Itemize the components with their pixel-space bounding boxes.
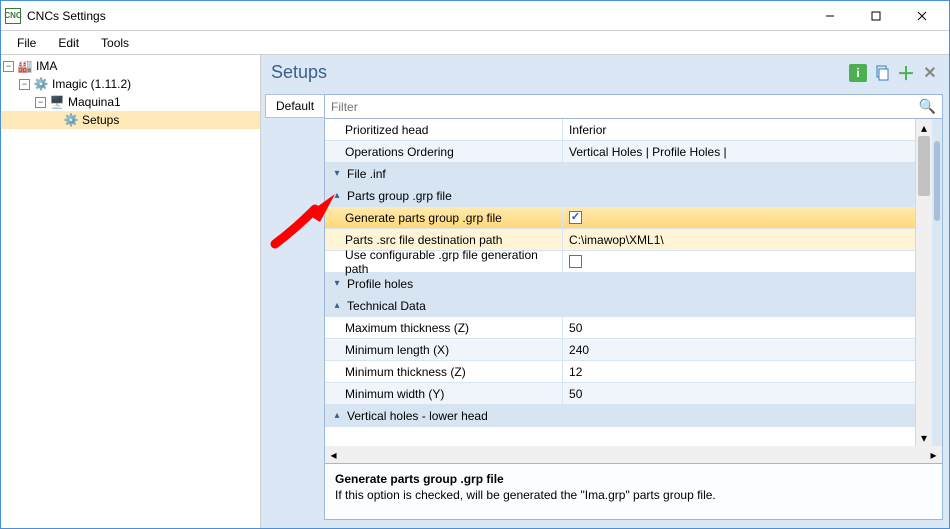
cell-label: Prioritized head — [325, 119, 563, 140]
content-area: Default 🔍 Prioritized head Inferior — [261, 90, 949, 528]
scroll-track[interactable] — [342, 446, 925, 463]
menu-tools[interactable]: Tools — [91, 33, 139, 53]
title-bar: CNC CNCs Settings — [1, 1, 949, 31]
collapse-icon[interactable]: − — [19, 79, 30, 90]
scroll-track[interactable] — [916, 136, 932, 429]
info-button[interactable]: i — [849, 64, 867, 82]
row-use-config-path[interactable]: Use configurable .grp file generation pa… — [325, 251, 915, 273]
section-vertical-lower[interactable]: ▴ Vertical holes - lower head — [325, 405, 915, 427]
row-max-thickness-z[interactable]: Maximum thickness (Z) 50 — [325, 317, 915, 339]
section-label: Technical Data — [347, 299, 426, 313]
checkbox-unchecked-icon[interactable] — [569, 255, 582, 268]
cell-value[interactable]: Inferior — [563, 119, 915, 140]
factory-icon: 🏭 — [17, 58, 33, 74]
scroll-thumb[interactable] — [934, 141, 940, 221]
section-label: Parts group .grp file — [347, 189, 452, 203]
machine-icon: ⚙️ — [33, 76, 49, 92]
description-panel: Generate parts group .grp file If this o… — [325, 463, 942, 519]
scroll-up-icon[interactable]: ▴ — [916, 119, 932, 136]
close-button[interactable] — [899, 1, 945, 31]
row-prioritized-head[interactable]: Prioritized head Inferior — [325, 119, 915, 141]
tree-label: Maquina1 — [68, 95, 121, 109]
section-parts-group[interactable]: ▴ Parts group .grp file — [325, 185, 915, 207]
maximize-button[interactable] — [853, 1, 899, 31]
row-generate-grp[interactable]: Generate parts group .grp file — [325, 207, 915, 229]
row-min-thickness-z[interactable]: Minimum thickness (Z) 12 — [325, 361, 915, 383]
menu-edit[interactable]: Edit — [48, 33, 89, 53]
tab-default[interactable]: Default — [265, 94, 324, 118]
cell-label: Minimum length (X) — [325, 339, 563, 360]
section-label: Vertical holes - lower head — [347, 409, 488, 423]
cell-value[interactable]: Vertical Holes | Profile Holes | — [563, 141, 915, 162]
cell-label: Minimum width (Y) — [325, 383, 563, 404]
tree-node-imagic[interactable]: − ⚙️ Imagic (1.11.2) — [1, 75, 260, 93]
menu-bar: File Edit Tools — [1, 31, 949, 55]
chevron-down-icon[interactable]: ▾ — [331, 168, 343, 179]
section-technical-data[interactable]: ▴ Technical Data — [325, 295, 915, 317]
menu-file[interactable]: File — [7, 33, 46, 53]
cell-value[interactable] — [563, 207, 915, 228]
nav-tree: − 🏭 IMA − ⚙️ Imagic (1.11.2) − 🖥️ Maquin… — [1, 55, 261, 528]
cell-label: Minimum thickness (Z) — [325, 361, 563, 382]
cell-label: Operations Ordering — [325, 141, 563, 162]
cell-value[interactable]: 12 — [563, 361, 915, 382]
section-file-inf[interactable]: ▾ File .inf — [325, 163, 915, 185]
cell-value[interactable]: C:\imawop\XML1\ — [563, 229, 915, 250]
close-panel-button[interactable]: ✕ — [921, 64, 939, 82]
checkbox-checked-icon[interactable] — [569, 211, 582, 224]
tree-label: Setups — [82, 113, 119, 127]
window-title: CNCs Settings — [27, 9, 807, 23]
row-min-width-y[interactable]: Minimum width (Y) 50 — [325, 383, 915, 405]
filter-input[interactable] — [331, 100, 919, 114]
tree-label: Imagic (1.11.2) — [52, 77, 131, 91]
section-label: Profile holes — [347, 277, 413, 291]
cell-value[interactable] — [563, 251, 915, 272]
tree-node-ima[interactable]: − 🏭 IMA — [1, 57, 260, 75]
collapse-icon[interactable]: − — [3, 61, 14, 72]
body: − 🏭 IMA − ⚙️ Imagic (1.11.2) − 🖥️ Maquin… — [1, 55, 949, 528]
cell-value[interactable]: 240 — [563, 339, 915, 360]
chevron-up-icon[interactable]: ▴ — [331, 300, 343, 311]
cell-label: Use configurable .grp file generation pa… — [325, 251, 563, 272]
add-button[interactable]: ＋ — [897, 64, 915, 82]
grid-vertical-scrollbar[interactable]: ▴ ▾ — [915, 119, 932, 446]
grid-wrap: Prioritized head Inferior Operations Ord… — [325, 119, 942, 446]
scroll-down-icon[interactable]: ▾ — [916, 429, 932, 446]
right-panel: Setups i ＋ ✕ Default 🔍 — [261, 55, 949, 528]
section-label: File .inf — [347, 167, 386, 181]
scroll-left-icon[interactable]: ◂ — [325, 446, 342, 463]
cell-label: Maximum thickness (Z) — [325, 317, 563, 338]
property-box: 🔍 Prioritized head Inferior Operations O… — [324, 94, 943, 520]
cell-label: Generate parts group .grp file — [325, 207, 563, 228]
description-title: Generate parts group .grp file — [335, 472, 932, 486]
chevron-up-icon[interactable]: ▴ — [331, 410, 343, 421]
device-icon: 🖥️ — [49, 94, 65, 110]
scroll-right-icon[interactable]: ▸ — [925, 446, 942, 463]
tree-node-setups[interactable]: ⚙️ Setups — [1, 111, 260, 129]
property-grid: Prioritized head Inferior Operations Ord… — [325, 119, 915, 446]
panel-title: Setups — [271, 62, 843, 83]
gear-icon: ⚙️ — [63, 112, 79, 128]
cell-value[interactable]: 50 — [563, 317, 915, 338]
copy-button[interactable] — [873, 64, 891, 82]
scroll-thumb[interactable] — [918, 136, 930, 196]
app-window: CNC CNCs Settings File Edit Tools − 🏭 IM… — [0, 0, 950, 529]
panel-vertical-scrollbar[interactable] — [932, 119, 942, 446]
section-profile-holes[interactable]: ▾ Profile holes — [325, 273, 915, 295]
grid-horizontal-scrollbar[interactable]: ◂ ▸ — [325, 446, 942, 463]
row-min-length-x[interactable]: Minimum length (X) 240 — [325, 339, 915, 361]
description-body: If this option is checked, will be gener… — [335, 488, 932, 502]
tree-label: IMA — [36, 59, 57, 73]
cell-value[interactable]: 50 — [563, 383, 915, 404]
minimize-button[interactable] — [807, 1, 853, 31]
row-operations-ordering[interactable]: Operations Ordering Vertical Holes | Pro… — [325, 141, 915, 163]
chevron-up-icon[interactable]: ▴ — [331, 190, 343, 201]
app-icon: CNC — [5, 8, 21, 24]
chevron-down-icon[interactable]: ▾ — [331, 278, 343, 289]
filter-row: 🔍 — [325, 95, 942, 119]
panel-header: Setups i ＋ ✕ — [261, 55, 949, 90]
search-icon[interactable]: 🔍 — [919, 98, 936, 115]
collapse-icon[interactable]: − — [35, 97, 46, 108]
tree-node-maquina[interactable]: − 🖥️ Maquina1 — [1, 93, 260, 111]
